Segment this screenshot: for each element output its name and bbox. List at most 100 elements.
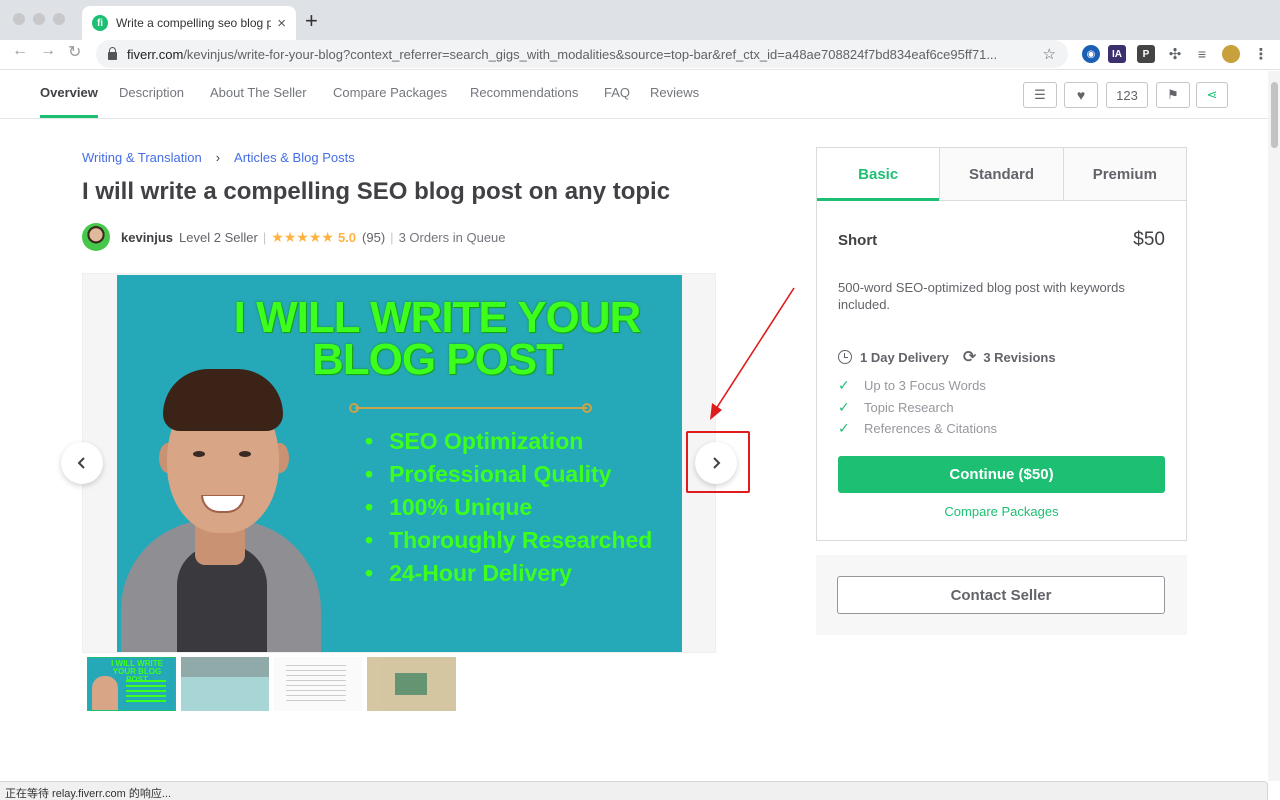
star-rating-icon: ★★★★★ xyxy=(271,228,334,245)
nav-overview[interactable]: Overview xyxy=(40,85,98,100)
package-name: Short xyxy=(838,232,878,249)
contact-seller-section: Contact Seller xyxy=(816,555,1187,635)
refresh-icon: ⟳ xyxy=(962,349,977,366)
extensions-puzzle-icon[interactable]: ✣ xyxy=(1166,45,1184,63)
slide-divider xyxy=(355,407,587,409)
gallery-slide-image: I WILL WRITE YOUR BLOG POST SEO Optimiza… xyxy=(117,275,682,652)
continue-button[interactable]: Continue ($50) xyxy=(838,456,1165,493)
gig-title: I will write a compelling SEO blog post … xyxy=(82,178,671,205)
tab-basic[interactable]: Basic xyxy=(817,148,940,201)
annotation-arrow-icon xyxy=(710,287,795,420)
package-panel: Basic Standard Premium Short $50 500-wor… xyxy=(816,147,1187,541)
feature-item: ✓ Up to 3 Focus Words xyxy=(838,375,997,397)
slide-bullet: Thoroughly Researched xyxy=(365,524,652,557)
review-count-link[interactable]: (95) xyxy=(362,230,385,245)
orders-in-queue: 3 Orders in Queue xyxy=(398,229,506,245)
clock-icon xyxy=(838,350,852,364)
profile-avatar[interactable] xyxy=(1222,45,1240,63)
reload-icon[interactable]: ↻ xyxy=(68,42,81,62)
revisions-count: 3 Revisions xyxy=(983,349,1056,365)
breadcrumb: Writing & Translation › Articles & Blog … xyxy=(82,150,355,165)
divider: | xyxy=(262,229,267,245)
extension-globe-icon[interactable]: ◉ xyxy=(1082,45,1100,63)
slide-bullet-list: SEO Optimization Professional Quality 10… xyxy=(365,425,652,590)
delivery-time: 1 Day Delivery xyxy=(860,349,949,365)
slide-divider-dot xyxy=(349,403,359,413)
slide-bullet: 24-Hour Delivery xyxy=(365,557,652,590)
compare-packages-link[interactable]: Compare Packages xyxy=(817,504,1186,519)
gallery-prev-button[interactable] xyxy=(61,442,103,484)
forward-arrow-icon[interactable]: → xyxy=(40,42,56,60)
seller-photo xyxy=(117,355,327,652)
new-tab-plus-icon[interactable]: + xyxy=(305,8,318,34)
window-zoom-button[interactable] xyxy=(53,13,65,25)
browser-tab[interactable]: fi Write a compelling seo blog post on a… xyxy=(82,6,296,40)
breadcrumb-category-link[interactable]: Writing & Translation xyxy=(82,150,202,165)
contact-seller-button[interactable]: Contact Seller xyxy=(837,576,1165,614)
browser-titlebar: fi Write a compelling seo blog post on a… xyxy=(0,0,1280,40)
seller-overview: kevinjus Level 2 Seller | ★★★★★ 5.0 (95)… xyxy=(82,223,506,251)
url-text: fiverr.com/kevinjus/write-for-your-blog?… xyxy=(126,46,998,62)
gallery-thumbnail-1[interactable]: I WILL WRITE YOUR BLOG POST xyxy=(87,657,176,711)
rating-score: 5.0 xyxy=(337,229,357,245)
extension-ia-icon[interactable]: IA xyxy=(1108,45,1126,63)
gallery-thumbnail-4[interactable] xyxy=(367,657,456,711)
browser-menu-icon[interactable]: ⋮ xyxy=(1252,45,1270,63)
check-icon: ✓ xyxy=(838,398,850,415)
slide-bullet: SEO Optimization xyxy=(365,425,652,458)
nav-recommendations[interactable]: Recommendations xyxy=(470,85,578,100)
annotation-highlight-box xyxy=(686,431,750,493)
like-count: 123 xyxy=(1106,82,1148,108)
feature-item: ✓ Topic Research xyxy=(838,397,997,419)
flag-icon[interactable]: ⚑ xyxy=(1156,82,1190,108)
heart-icon[interactable]: ♥ xyxy=(1064,82,1098,108)
bookmark-star-icon[interactable]: ☆ xyxy=(1043,45,1056,63)
divider: | xyxy=(390,229,394,245)
package-tabs: Basic Standard Premium xyxy=(817,148,1186,201)
gig-section-nav: Overview Description About The Seller Co… xyxy=(0,71,1268,119)
breadcrumb-subcategory-link[interactable]: Articles & Blog Posts xyxy=(234,150,355,165)
window-minimize-button[interactable] xyxy=(33,13,45,25)
browser-status-bar: 正在等待 relay.fiverr.com 的响应... xyxy=(0,781,1268,800)
page-scrollbar[interactable] xyxy=(1268,71,1280,781)
address-bar[interactable]: fiverr.com/kevinjus/write-for-your-blog?… xyxy=(96,40,1068,68)
scrollbar-thumb[interactable] xyxy=(1271,82,1278,148)
active-tab-underline xyxy=(40,115,98,118)
share-icon[interactable]: ⋖ xyxy=(1196,82,1228,108)
back-arrow-icon[interactable]: ← xyxy=(12,42,28,60)
tab-premium[interactable]: Premium xyxy=(1062,148,1186,200)
chevron-left-icon xyxy=(77,457,85,469)
gallery-thumbnail-3[interactable] xyxy=(274,657,362,711)
slide-bullet: Professional Quality xyxy=(365,458,652,491)
package-features: ✓ Up to 3 Focus Words ✓ Topic Research ✓ Re… xyxy=(838,375,997,440)
tab-title: Write a compelling seo blog post on any … xyxy=(116,16,272,30)
chevron-right-icon: › xyxy=(215,150,221,165)
package-meta: 1 Day Delivery ⟳ 3 Revisions xyxy=(838,347,1056,367)
seller-name-link[interactable]: kevinjus xyxy=(121,230,173,245)
tab-close-icon[interactable]: × xyxy=(277,15,286,32)
nav-compare-packages[interactable]: Compare Packages xyxy=(333,85,447,100)
seller-avatar[interactable] xyxy=(82,223,110,251)
reading-list-icon[interactable]: ≡ xyxy=(1193,45,1211,63)
nav-faq[interactable]: FAQ xyxy=(604,85,630,100)
nav-reviews[interactable]: Reviews xyxy=(650,85,699,100)
nav-about-seller[interactable]: About The Seller xyxy=(210,85,307,100)
feature-item: ✓ References & Citations xyxy=(838,418,997,440)
window-close-button[interactable] xyxy=(13,13,25,25)
browser-toolbar: ← → ↻ fiverr.com/kevinjus/write-for-your… xyxy=(0,40,1280,70)
seller-level: Level 2 Seller xyxy=(179,229,258,245)
extension-p-icon[interactable]: P xyxy=(1137,45,1155,63)
slide-bullet: 100% Unique xyxy=(365,491,652,524)
check-icon: ✓ xyxy=(838,377,850,393)
fiverr-favicon-icon: fi xyxy=(92,15,108,31)
tab-standard[interactable]: Standard xyxy=(939,148,1063,200)
slide-divider-dot xyxy=(582,403,592,413)
nav-description[interactable]: Description xyxy=(119,85,184,100)
check-icon: ✓ xyxy=(838,420,850,436)
package-description: 500-word SEO-optimized blog post with ke… xyxy=(838,280,1125,312)
package-price: $50 xyxy=(1133,229,1165,250)
gallery-thumbnail-2[interactable] xyxy=(181,657,269,711)
lock-icon xyxy=(108,46,117,60)
status-text: 正在等待 relay.fiverr.com 的响应... xyxy=(5,788,172,800)
menu-lines-icon[interactable]: ☰ xyxy=(1023,82,1057,108)
